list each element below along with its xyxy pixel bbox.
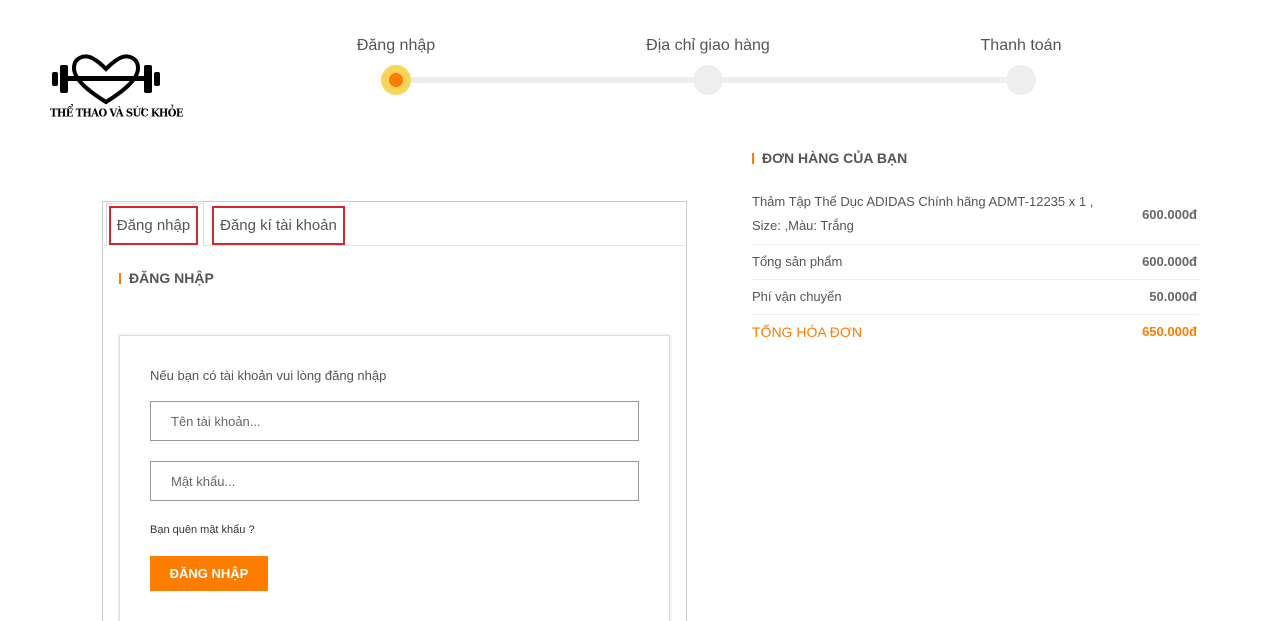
brand-logo[interactable]: THỂ THAO VÀ SỨC KHỎE	[50, 52, 184, 126]
total-label: TỔNG HÓA ĐƠN	[752, 324, 863, 340]
login-hint: Nếu bạn có tài khoản vui lòng đăng nhập	[150, 368, 387, 383]
step-label-login: Đăng nhập	[356, 37, 436, 54]
total-value: 650.000đ	[1142, 324, 1197, 339]
shipping-value: 50.000đ	[1149, 289, 1197, 304]
login-button[interactable]: ĐĂNG NHẬP	[150, 556, 268, 591]
step-label-address: Địa chỉ giao hàng	[646, 37, 770, 54]
forgot-password-link[interactable]: Bạn quên mật khẩu ?	[150, 524, 255, 536]
subtotal-value: 600.000đ	[1142, 254, 1197, 269]
password-input[interactable]	[150, 461, 639, 501]
barbell-heart-icon	[52, 54, 160, 105]
step-dot-address	[693, 65, 723, 95]
step-dot-login	[381, 65, 411, 95]
tab-register[interactable]: Đăng kí tài khoản	[212, 206, 345, 245]
order-subtotal-row: Tổng sản phẩm 600.000đ	[752, 245, 1199, 280]
logo-text: THỂ THAO VÀ SỨC KHỎE	[50, 107, 184, 120]
subtotal-label: Tổng sản phẩm	[752, 254, 843, 269]
step-label-payment: Thanh toán	[980, 37, 1062, 54]
order-product-row: Thảm Tập Thể Dục ADIDAS Chính hãng ADMT-…	[752, 190, 1199, 245]
username-input[interactable]	[150, 401, 639, 441]
order-title: ĐƠN HÀNG CỦA BẠN	[752, 150, 907, 166]
login-section-title: ĐĂNG NHẬP	[119, 270, 214, 286]
order-total-row: TỔNG HÓA ĐƠN 650.000đ	[752, 315, 1199, 349]
order-shipping-row: Phí vận chuyển 50.000đ	[752, 280, 1199, 315]
step-dot-payment	[1006, 65, 1036, 95]
product-name: Thảm Tập Thể Dục ADIDAS Chính hãng ADMT-…	[752, 194, 1094, 233]
shipping-label: Phí vận chuyển	[752, 289, 842, 304]
tab-login[interactable]: Đăng nhập	[109, 206, 198, 245]
product-price: 600.000đ	[1142, 207, 1197, 222]
